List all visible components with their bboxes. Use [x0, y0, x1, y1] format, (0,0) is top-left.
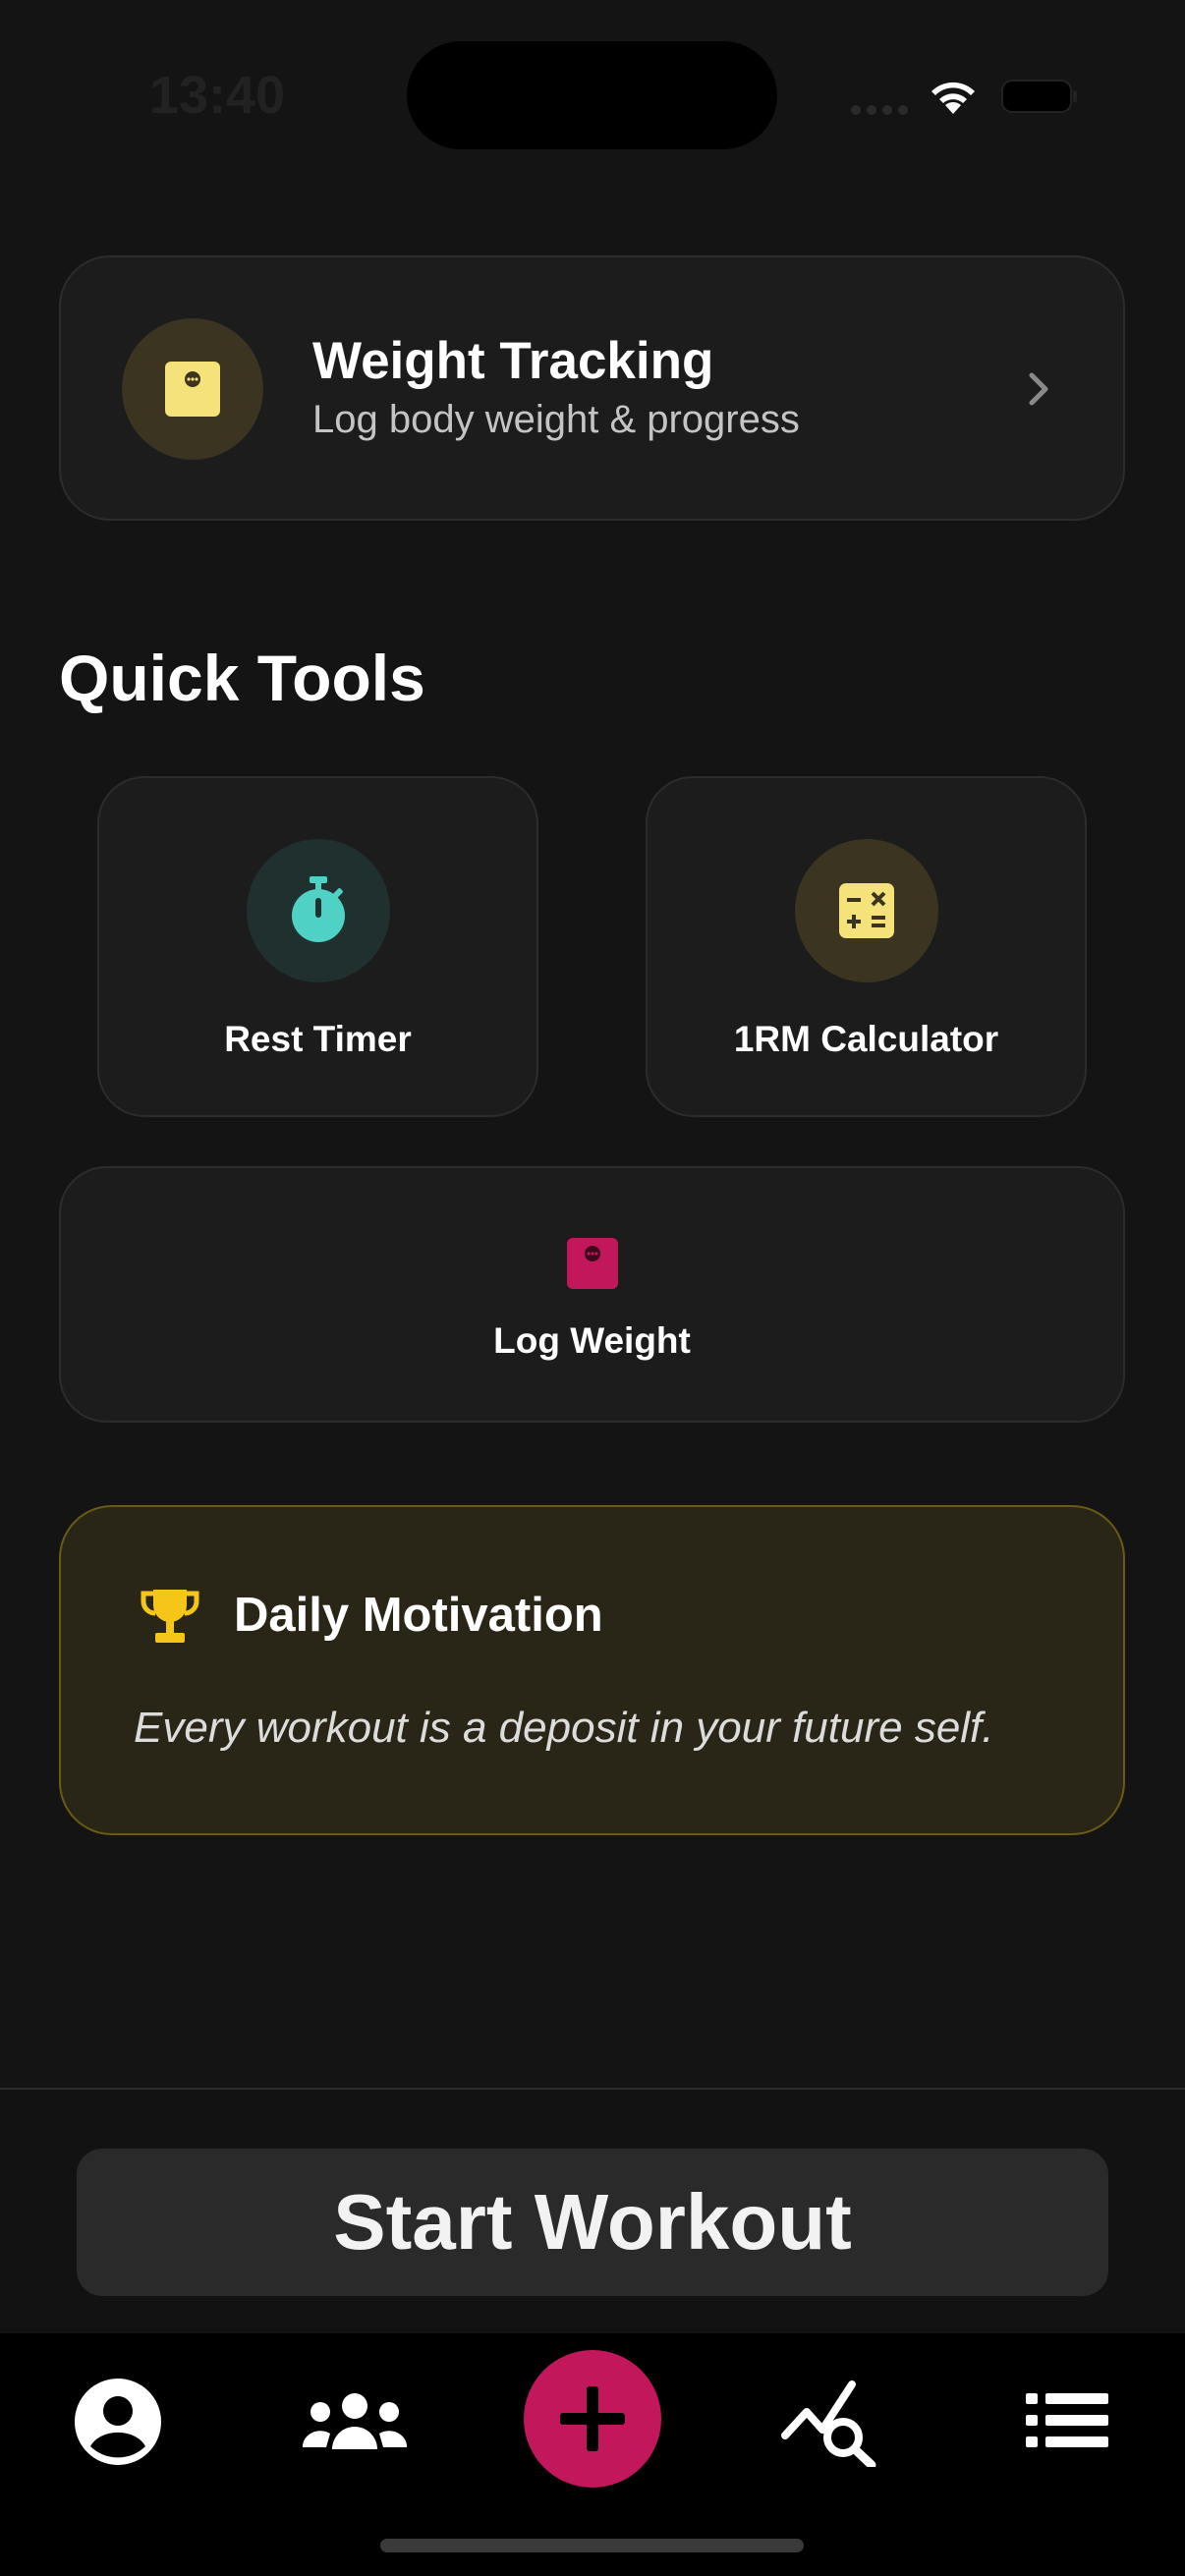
calculator-icon: [839, 883, 894, 938]
dynamic-island: [407, 41, 777, 149]
log-weight-card[interactable]: Log Weight: [59, 1166, 1125, 1423]
weight-tracking-card[interactable]: Weight Tracking Log body weight & progre…: [59, 255, 1125, 521]
daily-motivation-card: Daily Motivation Every workout is a depo…: [59, 1505, 1125, 1835]
motivation-quote: Every workout is a deposit in your futur…: [134, 1704, 994, 1752]
1rm-calculator-icon-circle: [795, 839, 938, 982]
stopwatch-icon: [292, 876, 345, 942]
weight-tracking-subtitle: Log body weight & progress: [312, 398, 800, 441]
scale-icon: [567, 1238, 618, 1289]
chevron-right-icon: [1029, 372, 1048, 406]
quick-tools-title: Quick Tools: [59, 642, 425, 714]
weight-tracking-title: Weight Tracking: [312, 332, 714, 390]
daily-motivation-title: Daily Motivation: [234, 1589, 603, 1642]
1rm-calculator-card[interactable]: 1RM Calculator: [646, 776, 1087, 1117]
rest-timer-icon-circle: [247, 839, 390, 982]
cellular-signal-icon: [851, 102, 914, 120]
weight-tracking-icon-circle: [122, 318, 263, 460]
home-indicator: [380, 2539, 804, 2552]
battery-icon: [1001, 80, 1077, 113]
list-icon[interactable]: [1026, 2391, 1108, 2450]
add-workout-button[interactable]: [524, 2350, 661, 2488]
community-icon[interactable]: [301, 2390, 409, 2455]
1rm-calculator-label: 1RM Calculator: [733, 1019, 999, 1059]
trophy-icon: [141, 1590, 199, 1643]
status-bar: 13:40: [0, 0, 1185, 187]
add-icon: [560, 2386, 625, 2451]
analytics-icon[interactable]: [781, 2377, 879, 2467]
rest-timer-card[interactable]: Rest Timer: [97, 776, 538, 1117]
rest-timer-label: Rest Timer: [224, 1019, 412, 1059]
status-time: 13:40: [149, 66, 286, 125]
wifi-icon: [931, 82, 975, 114]
start-workout-button[interactable]: Start Workout: [77, 2149, 1108, 2296]
log-weight-label: Log Weight: [493, 1320, 691, 1361]
scale-icon: [165, 362, 220, 417]
profile-icon[interactable]: [74, 2378, 162, 2466]
